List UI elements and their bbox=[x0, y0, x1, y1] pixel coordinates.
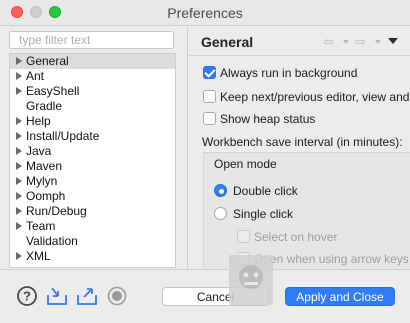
tree-item-label: Ant bbox=[26, 69, 45, 83]
forward-history-dropdown-icon[interactable] bbox=[375, 40, 381, 44]
tree-item-help[interactable]: Help bbox=[10, 114, 175, 129]
tree-item-java[interactable]: Java bbox=[10, 144, 175, 159]
svg-text:?: ? bbox=[23, 289, 31, 304]
page-title: General bbox=[201, 34, 254, 50]
open-mode-title: Open mode bbox=[214, 157, 277, 171]
tree-item-label: Run/Debug bbox=[26, 204, 87, 218]
expand-arrow-icon[interactable] bbox=[16, 117, 22, 125]
tree-item-label: Java bbox=[26, 144, 52, 158]
forward-arrow-icon[interactable]: ⇨ bbox=[355, 34, 366, 50]
title-bar: Preferences bbox=[0, 0, 410, 26]
tree-item-xml[interactable]: XML bbox=[10, 249, 175, 264]
help-icon[interactable]: ? bbox=[16, 285, 38, 307]
tree-item-label: General bbox=[26, 54, 69, 68]
tree-item-maven[interactable]: Maven bbox=[10, 159, 175, 174]
expand-arrow-icon[interactable] bbox=[16, 132, 22, 140]
tree-item-label: EasyShell bbox=[26, 84, 80, 98]
tree-item-label: Mylyn bbox=[26, 174, 58, 188]
expand-arrow-icon[interactable] bbox=[16, 222, 22, 230]
save-interval-label: Workbench save interval (in minutes): bbox=[202, 135, 403, 149]
expand-arrow-icon[interactable] bbox=[16, 207, 22, 215]
back-history-dropdown-icon[interactable] bbox=[343, 40, 349, 44]
option-label: Always run in background bbox=[220, 66, 358, 80]
option-label: Keep next/previous editor, view and bbox=[220, 90, 410, 104]
tree-item-label: Maven bbox=[26, 159, 63, 173]
tree-item-run-debug[interactable]: Run/Debug bbox=[10, 204, 175, 219]
expand-arrow-icon[interactable] bbox=[16, 252, 22, 260]
checkbox-checked-icon[interactable] bbox=[203, 66, 216, 79]
expand-arrow-icon[interactable] bbox=[16, 162, 22, 170]
preference-tree: General Ant EasyShell Gradle Help Instal… bbox=[9, 53, 176, 268]
checkbox-icon[interactable] bbox=[203, 90, 216, 103]
expand-arrow-icon[interactable] bbox=[16, 147, 22, 155]
tree-item-label: Team bbox=[26, 219, 56, 233]
tree-item-easyshell[interactable]: EasyShell bbox=[10, 84, 175, 99]
radio-selected-icon[interactable] bbox=[214, 184, 227, 197]
tree-item-team[interactable]: Team bbox=[10, 219, 175, 234]
import-icon[interactable] bbox=[46, 285, 68, 307]
filter-input[interactable]: type filter text bbox=[9, 31, 174, 49]
tree-item-gradle[interactable]: Gradle bbox=[10, 99, 175, 114]
tree-item-label: XML bbox=[26, 249, 51, 263]
tree-item-ant[interactable]: Ant bbox=[10, 69, 175, 84]
radio-label: Single click bbox=[233, 207, 294, 221]
watermark-logo-icon bbox=[229, 255, 273, 305]
tree-item-oomph[interactable]: Oomph bbox=[10, 189, 175, 204]
export-icon[interactable] bbox=[76, 285, 98, 307]
expand-arrow-icon[interactable] bbox=[16, 57, 22, 65]
expand-arrow-icon[interactable] bbox=[16, 87, 22, 95]
header-divider bbox=[189, 55, 410, 56]
tree-item-general[interactable]: General bbox=[10, 54, 175, 69]
tree-item-label: Oomph bbox=[26, 189, 66, 203]
option-label: Open when using arrow keys bbox=[254, 252, 409, 266]
back-arrow-icon[interactable]: ⇦ bbox=[323, 34, 334, 50]
option-label: Select on hover bbox=[254, 230, 338, 244]
checkbox-disabled-icon bbox=[237, 230, 250, 243]
record-icon[interactable] bbox=[106, 285, 128, 307]
tree-item-label: Install/Update bbox=[26, 129, 100, 143]
apply-and-close-button[interactable]: Apply and Close bbox=[285, 287, 395, 306]
tree-item-label: Validation bbox=[26, 234, 78, 248]
panel-sash[interactable] bbox=[187, 27, 188, 269]
bottom-divider bbox=[0, 269, 410, 270]
radio-icon[interactable] bbox=[214, 207, 227, 220]
option-label: Show heap status bbox=[220, 112, 316, 126]
view-menu-icon[interactable] bbox=[388, 38, 398, 44]
expand-arrow-icon[interactable] bbox=[16, 72, 22, 80]
expand-arrow-icon[interactable] bbox=[16, 192, 22, 200]
tree-item-validation[interactable]: Validation bbox=[10, 234, 175, 249]
tree-item-label: Gradle bbox=[26, 99, 63, 113]
tree-item-mylyn[interactable]: Mylyn bbox=[10, 174, 175, 189]
tree-item-install-update[interactable]: Install/Update bbox=[10, 129, 175, 144]
tree-item-label: Help bbox=[26, 114, 51, 128]
expand-arrow-icon[interactable] bbox=[16, 177, 22, 185]
window-title: Preferences bbox=[167, 5, 243, 21]
checkbox-icon[interactable] bbox=[203, 112, 216, 125]
radio-label: Double click bbox=[233, 184, 298, 198]
